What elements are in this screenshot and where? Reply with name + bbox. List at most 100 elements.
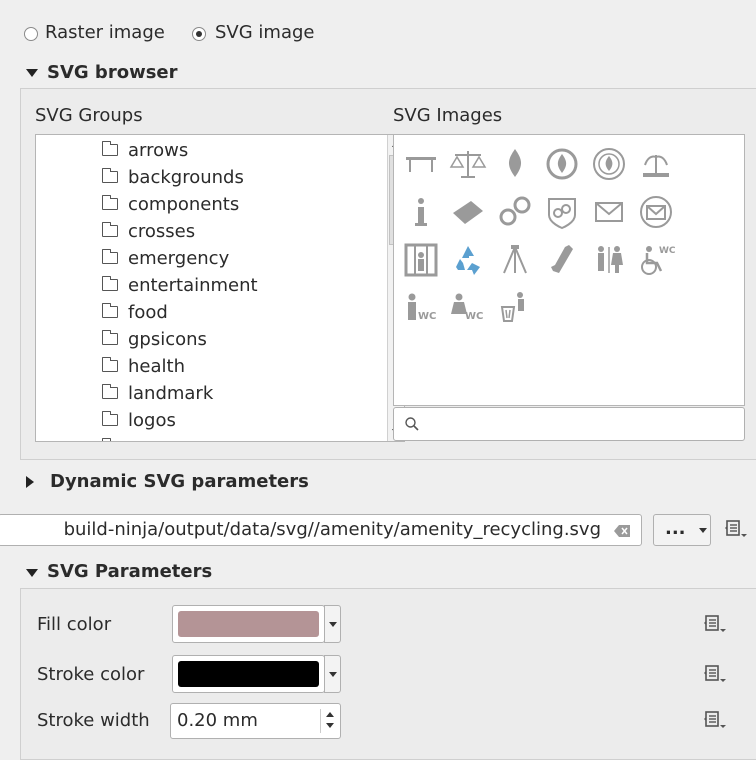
shelter-icon[interactable] bbox=[494, 239, 536, 281]
fill-data-defined-icon[interactable] bbox=[703, 613, 729, 640]
tree-item-label: crosses bbox=[128, 221, 196, 242]
svg-params-panel: Fill color Stroke color Stroke width 0.2… bbox=[20, 588, 756, 760]
svg-groups-tree[interactable]: arrows backgrounds components crosses emerge… bbox=[35, 134, 405, 442]
folder-icon bbox=[102, 411, 118, 426]
handcuffs-icon[interactable] bbox=[494, 191, 536, 233]
stroke-data-defined-icon[interactable] bbox=[703, 663, 729, 690]
police-badge-icon[interactable] bbox=[541, 191, 583, 233]
folder-icon bbox=[102, 249, 118, 264]
svg-text:WC: WC bbox=[659, 246, 676, 256]
folder-icon bbox=[102, 168, 118, 183]
svg-text:WC: WC bbox=[465, 311, 483, 322]
groups-list: arrows backgrounds components crosses emerge… bbox=[94, 137, 384, 441]
fill-color-button[interactable] bbox=[172, 605, 325, 643]
dynamic-svg-params-title[interactable]: Dynamic SVG parameters bbox=[50, 471, 309, 493]
firefighter-badge-icon[interactable] bbox=[588, 143, 630, 185]
file-path-input[interactable]: build-ninja/output/data/svg//amenity/ame… bbox=[0, 514, 642, 546]
library-book-icon[interactable] bbox=[447, 191, 489, 233]
tree-item-label: money bbox=[128, 437, 190, 441]
tree-item-logos[interactable]: logos bbox=[94, 407, 384, 434]
table-icon[interactable] bbox=[400, 143, 442, 185]
tree-item-backgrounds[interactable]: backgrounds bbox=[94, 164, 384, 191]
tree-item-emergency[interactable]: emergency bbox=[94, 245, 384, 272]
tree-item-label: health bbox=[128, 356, 185, 377]
info-icon[interactable] bbox=[400, 191, 442, 233]
stroke-color-swatch bbox=[178, 661, 319, 687]
browse-label: ... bbox=[665, 518, 686, 539]
raster-image-radio[interactable] bbox=[24, 27, 38, 41]
expand-arrow-icon[interactable] bbox=[26, 476, 34, 488]
tree-item-label: gpsicons bbox=[128, 329, 207, 350]
telephone-icon[interactable] bbox=[541, 239, 583, 281]
stroke-width-value: 0.20 mm bbox=[177, 710, 258, 731]
post-office-icon[interactable] bbox=[635, 191, 677, 233]
svg-image-radio[interactable] bbox=[192, 27, 206, 41]
female-wc-icon[interactable]: WC bbox=[447, 287, 489, 329]
fill-color-swatch bbox=[178, 611, 319, 637]
spin-down-icon[interactable] bbox=[326, 723, 334, 728]
svg-images-title: SVG Images bbox=[393, 105, 503, 126]
tree-item-label: logos bbox=[128, 410, 176, 431]
tree-item-food[interactable]: food bbox=[94, 299, 384, 326]
tree-item-health[interactable]: health bbox=[94, 353, 384, 380]
tree-item-components[interactable]: components bbox=[94, 191, 384, 218]
wheelchair-wc-icon[interactable]: WC bbox=[635, 239, 677, 281]
tree-item-label: landmark bbox=[128, 383, 214, 404]
tree-item-label: components bbox=[128, 194, 240, 215]
fill-color-label: Fill color bbox=[37, 614, 112, 635]
svg-params-title[interactable]: SVG Parameters bbox=[47, 561, 212, 583]
tree-item-label: emergency bbox=[128, 248, 230, 269]
stroke-width-label: Stroke width bbox=[37, 710, 150, 731]
tree-item-entertainment[interactable]: entertainment bbox=[94, 272, 384, 299]
tree-item-label: backgrounds bbox=[128, 167, 244, 188]
folder-icon bbox=[102, 195, 118, 210]
svg-browser-panel: SVG Groups SVG Images arrows backgrounds c… bbox=[20, 88, 756, 460]
waste-basket-icon[interactable] bbox=[494, 287, 536, 329]
stroke-color-menu-button[interactable] bbox=[324, 655, 341, 693]
svg-images-grid[interactable]: WC WC WC bbox=[393, 134, 745, 406]
data-defined-override-icon[interactable] bbox=[724, 518, 750, 545]
toilets-icon[interactable] bbox=[588, 239, 630, 281]
folder-icon bbox=[102, 276, 118, 291]
stroke-color-button[interactable] bbox=[172, 655, 325, 693]
tree-item-landmark[interactable]: landmark bbox=[94, 380, 384, 407]
tree-item-label: food bbox=[128, 302, 168, 323]
browse-menu-button[interactable] bbox=[695, 514, 711, 546]
post-box-icon[interactable] bbox=[588, 191, 630, 233]
male-wc-icon[interactable]: WC bbox=[400, 287, 442, 329]
folder-icon bbox=[102, 222, 118, 237]
browse-button[interactable]: ... bbox=[653, 514, 699, 546]
svg-image-label[interactable]: SVG image bbox=[215, 22, 314, 44]
file-path-value: build-ninja/output/data/svg//amenity/ame… bbox=[63, 519, 601, 540]
folder-icon bbox=[102, 357, 118, 372]
collapse-arrow-icon[interactable] bbox=[26, 69, 38, 77]
folder-icon bbox=[102, 330, 118, 345]
fill-color-menu-button[interactable] bbox=[324, 605, 341, 643]
svg-groups-title: SVG Groups bbox=[35, 105, 143, 126]
stroke-width-spinbox[interactable]: 0.20 mm bbox=[170, 703, 341, 739]
clear-icon[interactable] bbox=[613, 524, 631, 538]
fire-station-icon[interactable] bbox=[541, 143, 583, 185]
folder-icon bbox=[102, 384, 118, 399]
tree-item-label: arrows bbox=[128, 140, 189, 161]
spin-up-icon[interactable] bbox=[326, 712, 334, 717]
folder-icon bbox=[102, 141, 118, 156]
stroke-width-data-defined-icon[interactable] bbox=[703, 709, 729, 736]
svg-text:WC: WC bbox=[418, 311, 436, 322]
fountain-icon[interactable] bbox=[635, 143, 677, 185]
recycling-icon[interactable] bbox=[447, 239, 489, 281]
svg-browser-title[interactable]: SVG browser bbox=[47, 62, 178, 84]
tree-item-label: entertainment bbox=[128, 275, 258, 296]
prison-icon[interactable] bbox=[400, 239, 442, 281]
svg-search-input[interactable] bbox=[393, 407, 745, 441]
svg-params-collapse-icon[interactable] bbox=[26, 569, 38, 577]
tree-item-money[interactable]: money bbox=[94, 434, 384, 441]
fire-icon[interactable] bbox=[494, 143, 536, 185]
tree-item-arrows[interactable]: arrows bbox=[94, 137, 384, 164]
tree-item-crosses[interactable]: crosses bbox=[94, 218, 384, 245]
tree-item-gpsicons[interactable]: gpsicons bbox=[94, 326, 384, 353]
raster-image-label[interactable]: Raster image bbox=[45, 22, 165, 44]
folder-icon bbox=[102, 303, 118, 318]
folder-icon bbox=[102, 438, 111, 441]
scales-icon[interactable] bbox=[447, 143, 489, 185]
